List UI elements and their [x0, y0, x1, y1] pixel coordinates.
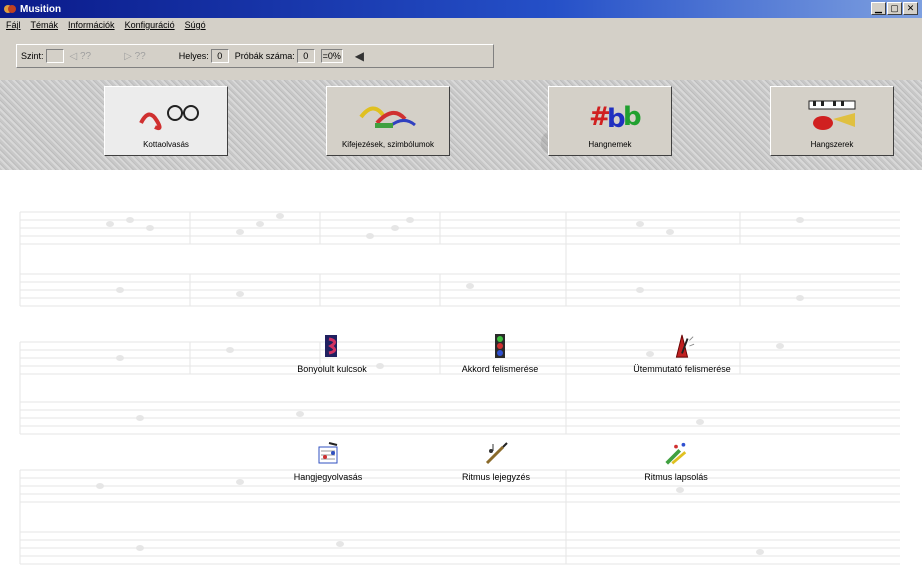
chord-recognition-label: Akkord felismerése [461, 364, 539, 374]
rhythm-tapping-label: Ritmus lapsolás [644, 472, 708, 482]
nav-back-button[interactable]: ◁ ?? [70, 51, 95, 62]
nav-forward-button[interactable]: ▷ ?? [124, 51, 149, 62]
minimize-icon: ▁ [875, 3, 882, 13]
correct-field: 0 [210, 49, 229, 63]
window-title: Musition [20, 3, 62, 15]
attempts-label: Próbák száma: [234, 51, 295, 61]
menu-bar: Fájl Témák Információk Konfiguráció Súgó [0, 18, 922, 32]
percent-field: =0% [320, 49, 343, 63]
maximize-button[interactable]: ▢ [887, 2, 902, 15]
clef-icon [319, 332, 345, 360]
maximize-icon: ▢ [890, 3, 899, 13]
instruments-icon [771, 95, 893, 135]
note-reading-icon [315, 440, 341, 468]
close-button[interactable]: ✕ [903, 2, 918, 15]
time-signature-label: Ütemmutató felismerése [633, 364, 731, 374]
chord-recognition-item[interactable]: Akkord felismerése [430, 332, 570, 374]
rhythm-pen-icon [483, 440, 509, 468]
key-signatures-button[interactable]: # b b Hangnemek [548, 86, 672, 156]
menu-information[interactable]: Információk [68, 20, 115, 30]
instruments-label: Hangszerek [810, 140, 854, 149]
note-reading-label: Hangjegyolvasás [293, 472, 363, 482]
sharp-flat-icon: # b b [549, 95, 671, 135]
menu-help[interactable]: Súgó [185, 20, 206, 30]
level-field [45, 49, 64, 63]
menu-file[interactable]: Fájl [6, 20, 21, 30]
glasses-icon [105, 95, 227, 135]
rhythm-dictation-label: Ritmus lejegyzés [461, 472, 531, 482]
rhythm-dictation-item[interactable]: Ritmus lejegyzés [426, 440, 566, 482]
status-toolbar: Szint: ◁ ?? ▷ ?? Helyes: 0 Próbák száma:… [0, 32, 922, 80]
attempts-field: 0 [296, 49, 315, 63]
chord-icon [487, 332, 513, 360]
menu-configuration[interactable]: Konfiguráció [125, 20, 175, 30]
correct-label: Helyes: [178, 51, 209, 61]
sight-reading-button[interactable]: Kottaolvasás [104, 86, 228, 156]
svg-text:b: b [623, 102, 642, 132]
status-panel: Szint: ◁ ?? ▷ ?? Helyes: 0 Próbák száma:… [16, 44, 494, 68]
metronome-icon [669, 332, 695, 360]
instruments-button[interactable]: Hangszerek [770, 86, 894, 156]
title-bar: Musition ▁ ▢ ✕ [0, 0, 922, 18]
key-signatures-label: Hangnemek [588, 140, 632, 149]
minimize-button[interactable]: ▁ [871, 2, 886, 15]
close-icon: ✕ [906, 3, 915, 13]
level-label: Szint: [21, 51, 44, 61]
symbols-icon [327, 95, 449, 135]
sight-reading-label: Kottaolvasás [143, 140, 189, 149]
terms-symbols-label: Kifejezések, szimbólumok [341, 140, 435, 149]
rhythm-tapping-icon [663, 440, 689, 468]
terms-symbols-button[interactable]: Kifejezések, szimbólumok [326, 86, 450, 156]
note-reading-item[interactable]: Hangjegyolvasás [258, 440, 398, 482]
time-signature-item[interactable]: Ütemmutató felismerése [612, 332, 752, 374]
music-app-icon[interactable] [3, 2, 17, 16]
menu-topics[interactable]: Témák [31, 20, 59, 30]
speaker-icon[interactable]: ◀ [355, 49, 364, 63]
sheet-music-background [19, 211, 900, 565]
complex-clefs-item[interactable]: Bonyolult kulcsok [262, 332, 402, 374]
complex-clefs-label: Bonyolult kulcsok [297, 364, 367, 374]
rhythm-tapping-item[interactable]: Ritmus lapsolás [606, 440, 746, 482]
